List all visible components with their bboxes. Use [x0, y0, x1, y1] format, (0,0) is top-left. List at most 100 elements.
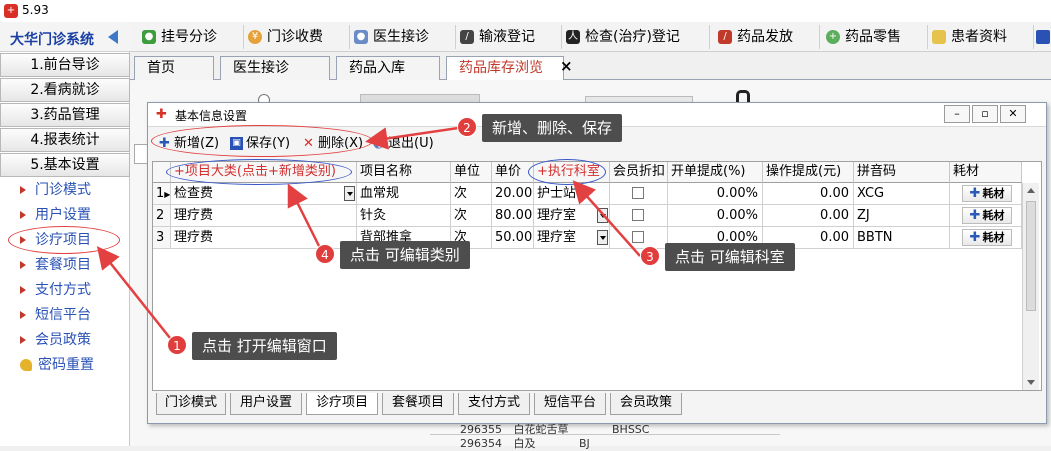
bottom-tab-user-settings[interactable]: 用户设置: [230, 393, 302, 415]
operation-fee-cell[interactable]: 0.00: [763, 183, 854, 205]
price-cell[interactable]: 80.00: [492, 205, 534, 227]
member-discount-checkbox[interactable]: [632, 187, 644, 199]
member-discount-checkbox[interactable]: [632, 209, 644, 221]
dept-cell[interactable]: 理疗室: [534, 227, 610, 249]
doc-tab-drug-inventory[interactable]: 药品库存浏览: [446, 56, 564, 81]
vertical-scrollbar[interactable]: [1022, 183, 1039, 390]
price-cell[interactable]: 20.00: [492, 183, 534, 205]
category-cell[interactable]: 检查费: [171, 183, 357, 205]
toolbar-patient-records[interactable]: 患者资料: [928, 25, 1034, 49]
folder-icon: [932, 30, 946, 44]
annotation-ring-treatment-items: [8, 226, 120, 254]
module-consultation[interactable]: 2.看病就诊: [0, 78, 130, 102]
main-toolbar: ● 挂号分诊 ¥ 门诊收费 ● 医生接诊 / 输液登记 人检查(治疗)登记 / 药品发放 …: [130, 22, 1051, 52]
toolbar-drug-dispense[interactable]: / 药品发放: [714, 25, 820, 49]
operation-fee-cell[interactable]: 0.00: [763, 205, 854, 227]
plus-icon: ✚: [969, 230, 981, 245]
module-reports[interactable]: 4.报表统计: [0, 128, 130, 152]
row-number[interactable]: 3: [153, 227, 171, 249]
row-number[interactable]: 1▶: [153, 183, 171, 205]
dropdown-arrow-icon[interactable]: [597, 230, 608, 245]
bottom-tab-treatment-items[interactable]: 诊疗项目: [306, 393, 378, 415]
sub-item-clinic-mode[interactable]: 门诊模式: [20, 179, 91, 201]
pinyin-cell[interactable]: XCG: [854, 183, 950, 205]
toolbar-registration[interactable]: ● 挂号分诊: [138, 25, 244, 49]
dept-cell[interactable]: 理疗室: [534, 205, 610, 227]
app-logo-icon: +: [4, 4, 18, 18]
sub-item-user-settings[interactable]: 用户设置: [20, 204, 91, 226]
book-icon[interactable]: [1036, 30, 1050, 44]
price-cell[interactable]: 50.00: [492, 227, 534, 249]
dropdown-arrow-icon[interactable]: [344, 186, 355, 201]
close-tab-icon[interactable]: ×: [560, 57, 573, 75]
bottom-tab-package-items[interactable]: 套餐项目: [382, 393, 454, 415]
doc-tab-drug-stockin[interactable]: 药品入库: [336, 56, 440, 80]
doc-tab-home[interactable]: 首页: [134, 56, 214, 80]
exit-button[interactable]: ◐ 退出(U): [372, 135, 434, 153]
annotation-badge-2: 2: [457, 117, 477, 137]
item-name-cell[interactable]: 针灸: [357, 205, 451, 227]
key-icon: [20, 359, 32, 371]
walking-person-icon: 人: [566, 30, 580, 44]
bottom-tab-sms-platform[interactable]: 短信平台: [534, 393, 606, 415]
member-discount-cell[interactable]: [610, 205, 668, 227]
plus-circle-icon: +: [826, 30, 840, 44]
bottom-tab-clinic-mode[interactable]: 门诊模式: [156, 393, 226, 415]
sub-item-password-reset[interactable]: 密码重置: [20, 354, 94, 376]
annotation-callout-1: 点击 打开编辑窗口: [192, 332, 337, 360]
dept-cell[interactable]: 护士站: [534, 183, 610, 205]
column-header-consumable: 耗材: [950, 162, 1022, 183]
category-cell[interactable]: 理疗费: [171, 205, 357, 227]
unit-cell[interactable]: 次: [451, 205, 492, 227]
dropdown-arrow-icon[interactable]: [597, 208, 608, 223]
toolbar-exam-registration[interactable]: 人检查(治疗)登记: [562, 25, 710, 49]
item-name-cell[interactable]: 血常规: [357, 183, 451, 205]
member-discount-cell[interactable]: [610, 183, 668, 205]
toolbar-drug-retail[interactable]: + 药品零售: [822, 25, 928, 49]
module-basic-settings[interactable]: 5.基本设置: [0, 153, 130, 177]
people-icon: ●: [142, 30, 156, 44]
maximize-button[interactable]: ▫: [972, 105, 998, 123]
doctor-icon: ●: [354, 30, 368, 44]
column-header-order-rate: 开单提成(%): [668, 162, 763, 183]
pinyin-cell[interactable]: BBTN: [854, 227, 950, 249]
document-tabs: 首页 医生接诊 药品入库 药品库存浏览 ×: [130, 52, 1051, 81]
column-header-item-name: 项目名称: [357, 162, 451, 183]
unit-cell[interactable]: 次: [451, 183, 492, 205]
scroll-thumb[interactable]: [1026, 201, 1036, 311]
member-discount-checkbox[interactable]: [632, 231, 644, 243]
consumable-button[interactable]: ✚ 耗材: [962, 207, 1012, 224]
doc-tab-doctor-consult[interactable]: 医生接诊: [220, 56, 330, 80]
close-button[interactable]: ✕: [1000, 105, 1026, 123]
toolbar-infusion[interactable]: / 输液登记: [456, 25, 562, 49]
order-rate-cell[interactable]: 0.00%: [668, 205, 763, 227]
order-rate-cell[interactable]: 0.00%: [668, 183, 763, 205]
module-drug-management[interactable]: 3.药品管理: [0, 103, 130, 127]
row-number[interactable]: 2: [153, 205, 171, 227]
exit-icon: ◐: [372, 136, 385, 151]
scroll-up-icon[interactable]: [1027, 188, 1035, 193]
system-name-header: 大华门诊系统: [0, 22, 130, 52]
member-discount-cell[interactable]: [610, 227, 668, 249]
sub-item-package-items[interactable]: 套餐项目: [20, 254, 91, 276]
consumable-cell: ✚ 耗材: [950, 227, 1022, 249]
consumable-button[interactable]: ✚ 耗材: [962, 185, 1012, 202]
toolbar-charges[interactable]: ¥ 门诊收费: [244, 25, 350, 49]
annotation-callout-2: 新增、删除、保存: [482, 114, 623, 142]
consumable-cell: ✚ 耗材: [950, 205, 1022, 227]
module-front-desk[interactable]: 1.前台导诊: [0, 53, 130, 77]
annotation-ring-dept-header: [528, 159, 606, 185]
bottom-tab-member-policy[interactable]: 会员政策: [610, 393, 682, 415]
toolbar-doctor-consult[interactable]: ● 医生接诊: [350, 25, 456, 49]
collapse-arrow-icon[interactable]: [108, 30, 118, 44]
bottom-tab-payment-methods[interactable]: 支付方式: [458, 393, 530, 415]
pinyin-cell[interactable]: ZJ: [854, 205, 950, 227]
minimize-button[interactable]: –: [944, 105, 970, 123]
bullet-icon: [20, 311, 26, 319]
consumable-cell: ✚ 耗材: [950, 183, 1022, 205]
consumable-button[interactable]: ✚ 耗材: [962, 229, 1012, 246]
sub-item-sms-platform[interactable]: 短信平台: [20, 304, 91, 326]
sub-item-payment-methods[interactable]: 支付方式: [20, 279, 91, 301]
scroll-down-icon[interactable]: [1027, 380, 1035, 385]
sub-item-member-policy[interactable]: 会员政策: [20, 329, 91, 351]
